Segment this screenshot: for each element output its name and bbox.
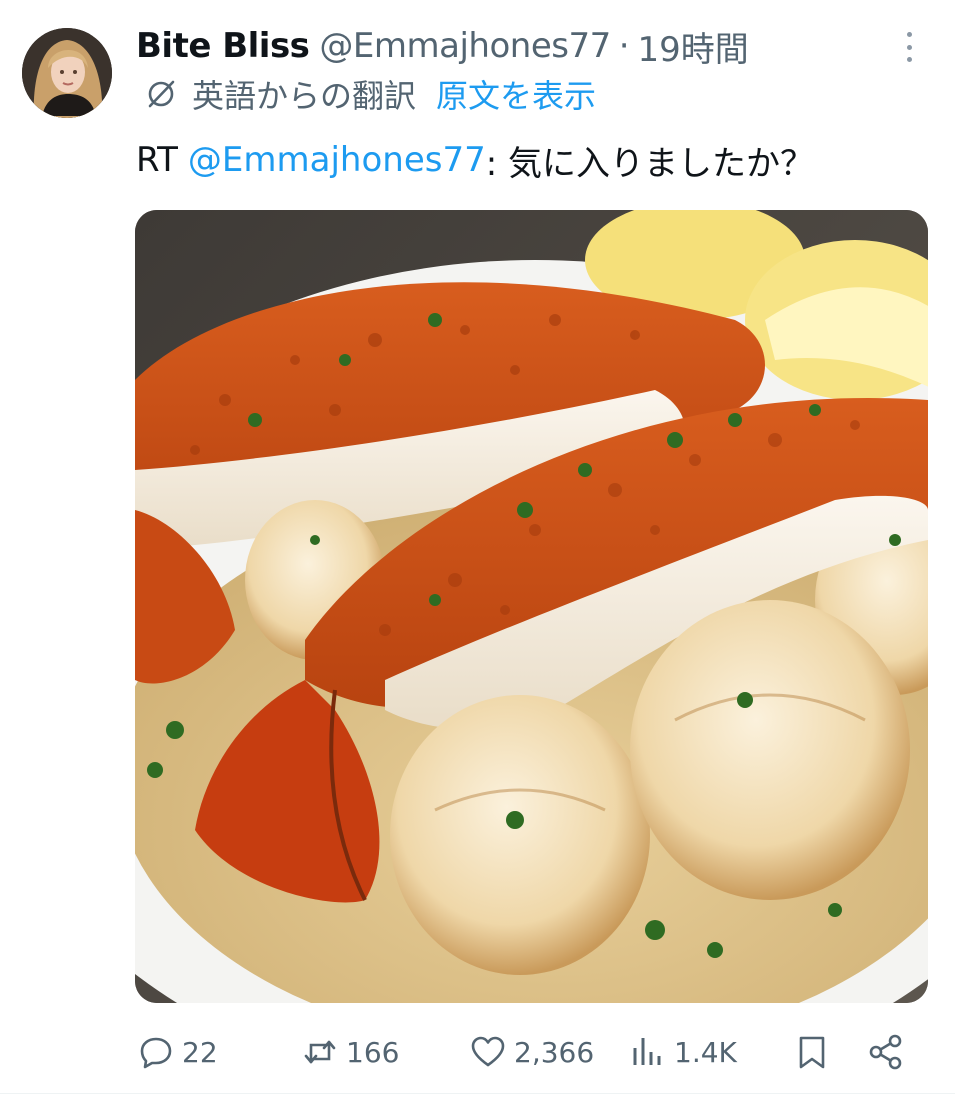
share-button[interactable] xyxy=(868,1022,904,1082)
retweet-count: 166 xyxy=(346,1035,400,1069)
separator-dot: · xyxy=(618,26,630,66)
reply-button[interactable]: 22 xyxy=(138,1022,218,1082)
bookmark-button[interactable] xyxy=(794,1022,830,1082)
more-dot xyxy=(906,32,912,37)
views-count: 1.4K xyxy=(674,1035,737,1069)
more-options-icon[interactable] xyxy=(900,32,918,62)
show-original-link[interactable]: 原文を表示 xyxy=(436,71,596,117)
tweet-body: : 気に入りましたか？ xyxy=(485,143,814,184)
mention-link[interactable]: @Emmajhones77 xyxy=(188,140,486,180)
divider xyxy=(0,1093,955,1094)
more-dot xyxy=(906,44,912,50)
reply-icon xyxy=(140,1037,172,1069)
like-count: 2,366 xyxy=(514,1035,595,1069)
more-dot xyxy=(906,57,912,62)
timestamp[interactable]: 19時間 xyxy=(638,22,749,71)
translation-row: 英語からの翻訳 原文を表示 xyxy=(144,72,596,116)
bookmark-icon xyxy=(799,1036,825,1069)
reply-count: 22 xyxy=(182,1035,218,1069)
display-name[interactable]: Bite Bliss xyxy=(136,26,310,66)
heart-icon xyxy=(471,1036,505,1067)
tweet-header: Bite Bliss @Emmajhones77 · 19時間 xyxy=(136,22,749,70)
translation-label: 英語からの翻訳 xyxy=(192,77,417,115)
like-button[interactable]: 2,366 xyxy=(470,1022,594,1082)
views-button[interactable]: 1.4K xyxy=(630,1022,737,1082)
retweet-prefix: RT xyxy=(136,140,178,180)
food-photo xyxy=(135,210,928,1003)
user-handle[interactable]: @Emmajhones77 xyxy=(319,26,611,66)
tweet-text: RT @Emmajhones77 : 気に入りましたか？ xyxy=(136,134,814,186)
action-bar: 22 166 2,366 1.4K xyxy=(0,1022,955,1082)
tweet-media-image[interactable] xyxy=(135,210,928,1003)
retweet-icon xyxy=(304,1040,336,1064)
translate-icon xyxy=(148,80,175,108)
share-icon xyxy=(869,1034,902,1070)
retweet-button[interactable]: 166 xyxy=(302,1022,399,1082)
avatar-image xyxy=(22,28,112,118)
views-icon xyxy=(633,1038,661,1065)
avatar[interactable] xyxy=(22,28,112,118)
